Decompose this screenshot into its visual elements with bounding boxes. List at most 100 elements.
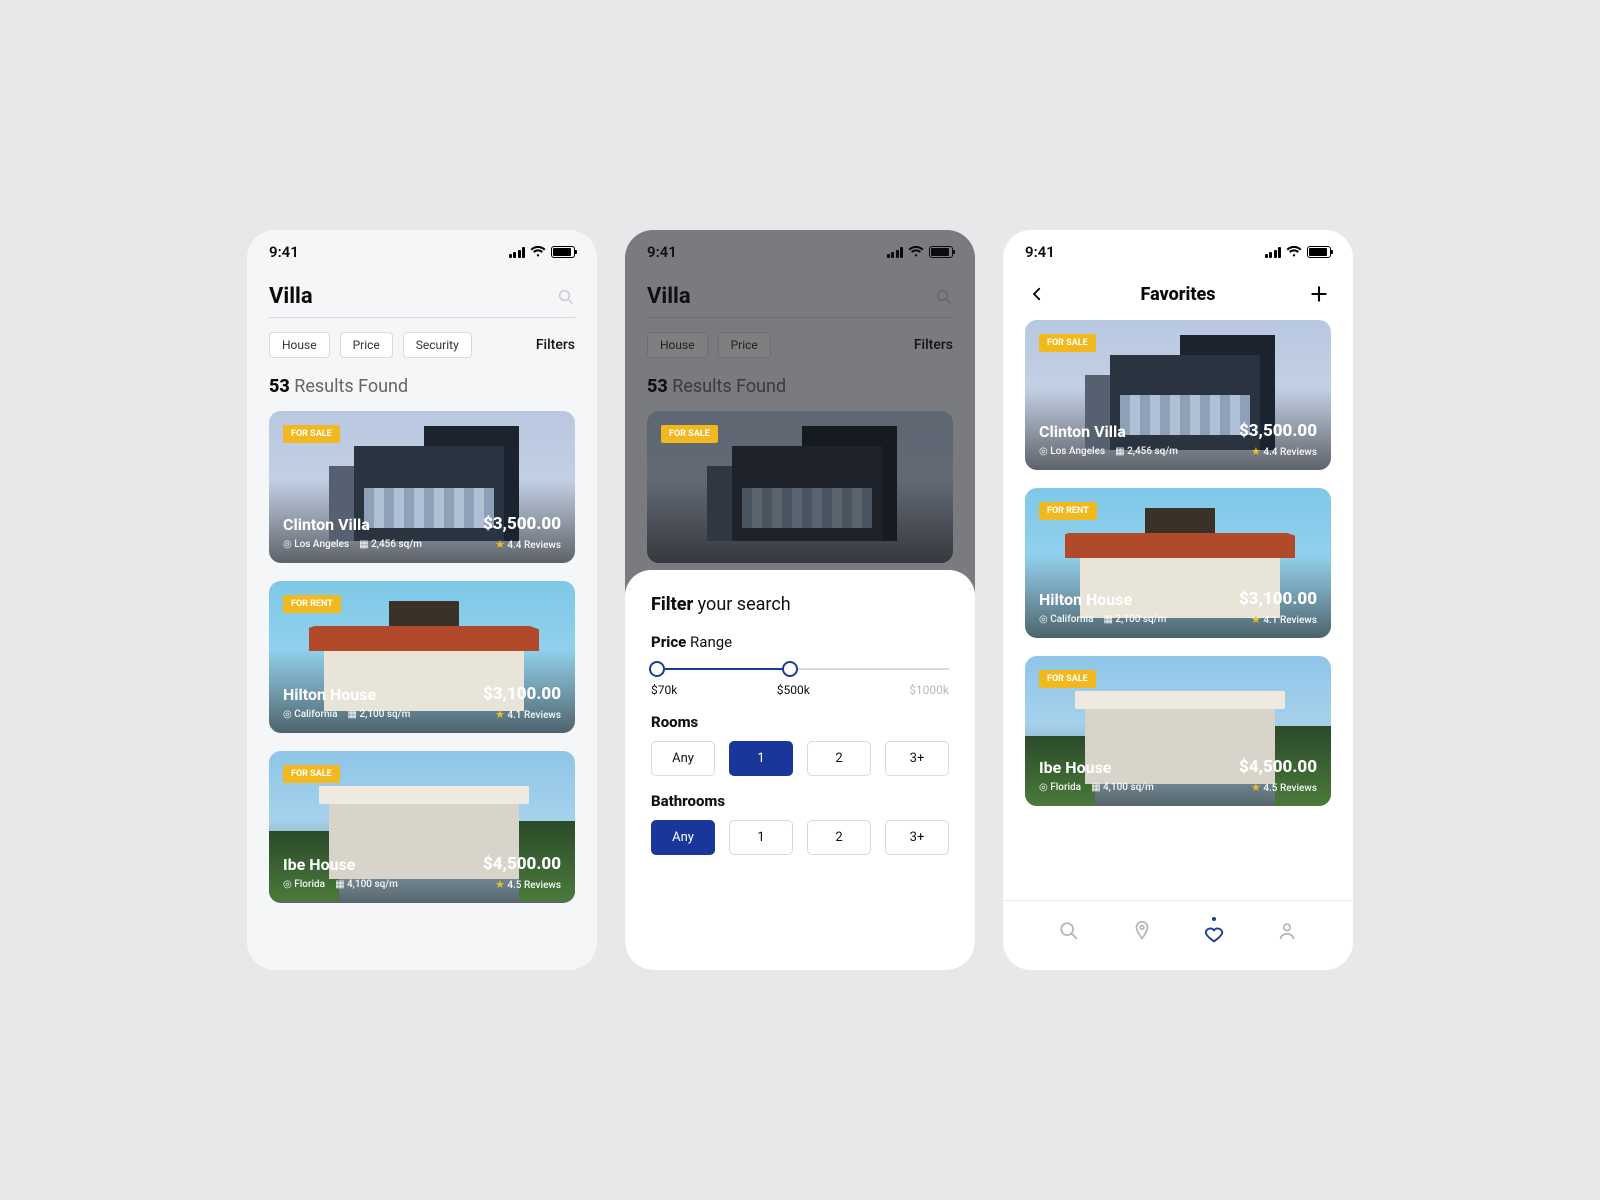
pin-icon: [1131, 920, 1153, 942]
sale-tag: FOR SALE: [283, 425, 340, 443]
pin-icon: ◎ California: [283, 709, 337, 720]
favorites-header: Favorites: [1025, 274, 1331, 320]
baths-opt-2[interactable]: 2: [807, 820, 871, 855]
rating: ★ 4.4 Reviews: [1251, 445, 1317, 458]
screen-filter-modal: 9:41 Villa House Price Filters 53 Result…: [625, 230, 975, 970]
rooms-opt-any[interactable]: Any: [651, 741, 715, 776]
star-icon: ★: [495, 878, 505, 891]
rating: ★ 4.1 Reviews: [1251, 613, 1317, 626]
property-card[interactable]: FOR SALE Ibe House$4,500.00 ◎ Florida▦ 4…: [269, 751, 575, 903]
battery-icon: [1307, 246, 1331, 258]
sale-tag: FOR SALE: [661, 425, 718, 443]
rating: ★ 4.5 Reviews: [1251, 781, 1317, 794]
signal-icon: [1265, 247, 1282, 258]
sheet-title: Filter your search: [651, 594, 949, 615]
rating: ★ 4.5 Reviews: [495, 878, 561, 891]
active-dot-icon: [1212, 917, 1216, 921]
nav-profile[interactable]: [1276, 920, 1298, 942]
area-icon: ▦ 2,100 sq/m: [347, 709, 410, 720]
price-slider[interactable]: [651, 661, 949, 677]
sale-tag: FOR SALE: [1039, 670, 1096, 688]
filter-chips-row: House Price Security Filters: [269, 318, 575, 372]
area-icon: ▦ 2,100 sq/m: [1103, 614, 1166, 625]
rooms-opt-1[interactable]: 1: [729, 741, 793, 776]
pin-icon: ◎ Los Angeles: [1039, 446, 1105, 457]
rooms-opt-3plus[interactable]: 3+: [885, 741, 949, 776]
search-icon: [557, 288, 575, 306]
property-name: Ibe House: [283, 855, 355, 874]
screen-search-results: 9:41 Villa House Price Security Filters …: [247, 230, 597, 970]
bathrooms-options: Any 1 2 3+: [651, 820, 949, 855]
slider-handle-min[interactable]: [649, 661, 665, 677]
rooms-label: Rooms: [651, 713, 949, 731]
price-labels: $70k $500k $1000k: [651, 683, 949, 697]
pin-icon: ◎ Los Angeles: [283, 539, 349, 550]
property-card[interactable]: FOR SALE Ibe House $4,500.00 ◎ Florida ▦ 4…: [1025, 656, 1331, 806]
nav-favorites[interactable]: [1203, 917, 1225, 945]
rooms-opt-2[interactable]: 2: [807, 741, 871, 776]
nav-map[interactable]: [1131, 920, 1153, 942]
results-count: 53 Results Found: [269, 376, 575, 397]
property-price: $3,100.00: [483, 684, 561, 704]
rating: ★ 4.1 Reviews: [495, 708, 561, 721]
baths-opt-any[interactable]: Any: [651, 820, 715, 855]
star-icon: ★: [1251, 445, 1261, 458]
filter-sheet: Filter your search Price Range $70k $500…: [625, 570, 975, 970]
star-icon: ★: [495, 538, 505, 551]
wifi-icon: [1286, 246, 1302, 258]
property-name: Clinton Villa: [283, 515, 370, 534]
slider-handle-max[interactable]: [782, 661, 798, 677]
rooms-options: Any 1 2 3+: [651, 741, 949, 776]
battery-icon: [551, 246, 575, 258]
search-field[interactable]: Villa: [269, 274, 575, 318]
status-bar: 9:41: [247, 230, 597, 274]
chevron-left-icon: [1028, 285, 1046, 303]
status-time: 9:41: [1025, 243, 1055, 261]
sale-tag: FOR SALE: [1039, 334, 1096, 352]
area-icon: ▦ 4,100 sq/m: [1091, 782, 1154, 793]
user-icon: [1276, 920, 1298, 942]
property-price: $3,100.00: [1239, 589, 1317, 609]
property-price: $4,500.00: [1239, 757, 1317, 777]
property-card[interactable]: FOR SALE Clinton Villa $3,500.00 ◎ Los An…: [1025, 320, 1331, 470]
status-icons: [509, 246, 576, 258]
screen-favorites: 9:41 Favorites FOR SALE Clinton Villa $3,…: [1003, 230, 1353, 970]
status-icons: [1265, 246, 1332, 258]
rent-tag: FOR RENT: [283, 595, 341, 613]
star-icon: ★: [495, 708, 505, 721]
property-price: $3,500.00: [483, 514, 561, 534]
status-time: 9:41: [269, 243, 299, 261]
rent-tag: FOR RENT: [1039, 502, 1097, 520]
property-name: Clinton Villa: [1039, 422, 1126, 441]
chip-price[interactable]: Price: [340, 332, 393, 358]
area-icon: ▦ 2,456 sq/m: [359, 539, 422, 550]
back-button[interactable]: [1025, 282, 1049, 306]
star-icon: ★: [1251, 781, 1261, 794]
wifi-icon: [530, 246, 546, 258]
chip-house[interactable]: House: [269, 332, 330, 358]
search-term: Villa: [269, 284, 557, 309]
pin-icon: ◎ California: [1039, 614, 1093, 625]
add-button[interactable]: [1307, 282, 1331, 306]
bottom-nav: [1003, 900, 1353, 960]
property-price: $3,500.00: [1239, 421, 1317, 441]
price-range-label: Price Range: [651, 633, 949, 651]
area-icon: ▦ 2,456 sq/m: [1115, 446, 1178, 457]
baths-opt-3plus[interactable]: 3+: [885, 820, 949, 855]
pin-icon: ◎ Florida: [283, 879, 325, 890]
chip-security[interactable]: Security: [403, 332, 472, 358]
page-title: Favorites: [1141, 284, 1216, 305]
pin-icon: ◎ Florida: [1039, 782, 1081, 793]
property-name: Ibe House: [1039, 758, 1111, 777]
plus-icon: [1309, 284, 1329, 304]
property-card[interactable]: FOR RENT Hilton House$3,100.00 ◎ Califor…: [1025, 488, 1331, 638]
property-card[interactable]: FOR SALE Clinton Villa $3,500.00 ◎ Los An…: [269, 411, 575, 563]
baths-opt-1[interactable]: 1: [729, 820, 793, 855]
filters-button[interactable]: Filters: [536, 337, 575, 353]
nav-search[interactable]: [1058, 920, 1080, 942]
property-price: $4,500.00: [483, 854, 561, 874]
property-card[interactable]: FOR RENT Hilton House$3,100.00 ◎ Califor…: [269, 581, 575, 733]
star-icon: ★: [1251, 613, 1261, 626]
signal-icon: [509, 247, 526, 258]
sale-tag: FOR SALE: [283, 765, 340, 783]
